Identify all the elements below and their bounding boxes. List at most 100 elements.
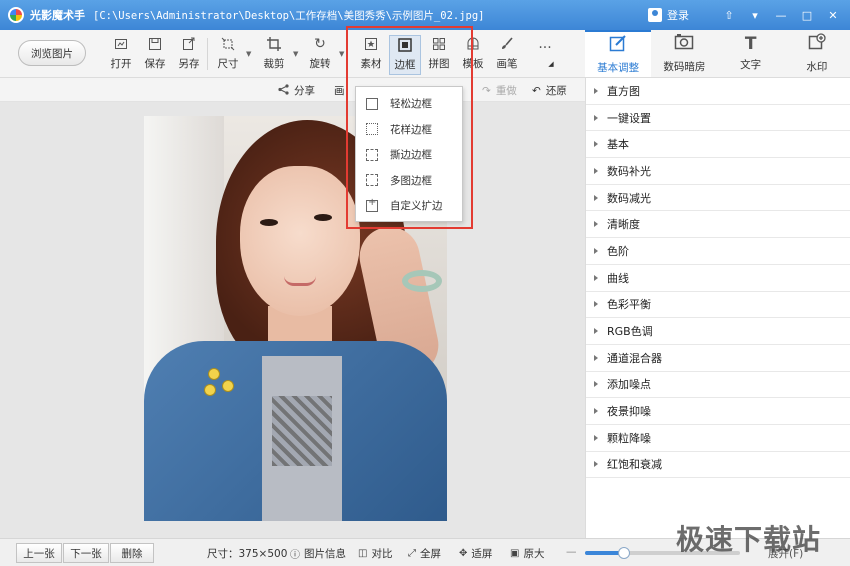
more-expand-arrow-icon: ◢ (548, 60, 554, 68)
main-toolbar: 浏览图片 打开 保存 另存 尺寸 ▼ 裁剪 ▼ ↻ 旋转 ▼ 素材 边框 拼图 … (0, 30, 585, 78)
collage-icon (431, 36, 447, 52)
adjust-item-histogram[interactable]: 直方图 (586, 78, 850, 105)
adjust-item-channel-mixer[interactable]: 通道混合器 (586, 345, 850, 372)
title-bar: 光影魔术手 [C:\Users\Administrator\Desktop\工作… (0, 0, 850, 30)
expand-arrow-icon (594, 408, 598, 415)
next-image-button[interactable]: 下一张 (63, 543, 109, 563)
image-canvas[interactable] (0, 102, 585, 538)
frame-icon (397, 37, 413, 53)
material-button[interactable]: 素材 (356, 36, 386, 74)
menu-item-pattern-frame[interactable]: 花样边框 (356, 117, 462, 143)
save-label: 保存 (144, 58, 166, 70)
menu-item-easy-frame[interactable]: 轻松边框 (356, 91, 462, 117)
adjust-item-label: 色彩平衡 (607, 298, 651, 312)
expand-arrow-icon (594, 167, 598, 174)
subbar-partial-label: 画 (334, 85, 345, 97)
brush-label: 画笔 (496, 58, 518, 70)
zoom-slider-handle[interactable] (617, 547, 630, 559)
adjust-item-add-noise[interactable]: 添加噪点 (586, 372, 850, 399)
restore-icon: ↶ (532, 84, 541, 97)
prev-image-button[interactable]: 上一张 (16, 543, 62, 563)
adjust-item-fill-light[interactable]: 数码补光 (586, 158, 850, 185)
adjust-item-label: 直方图 (607, 84, 640, 98)
menu-item-torn-frame[interactable]: 撕边边框 (356, 142, 462, 168)
menu-button[interactable]: ▾ (744, 5, 766, 25)
subbar-partial-item[interactable]: 画 (334, 83, 345, 98)
tab-text[interactable]: T 文字 (718, 30, 784, 77)
user-icon (648, 8, 662, 22)
redo-button[interactable]: ↷ 重做 (482, 83, 517, 98)
fullscreen-button[interactable]: ⤢ 全屏 (408, 546, 441, 561)
image-info-button[interactable]: ⓘ 图片信息 (290, 546, 346, 561)
fullscreen-label: 全屏 (420, 548, 441, 560)
material-icon (363, 36, 379, 52)
compare-button[interactable]: ◫ 对比 (358, 546, 392, 561)
info-icon: ⓘ (290, 550, 300, 561)
fit-screen-button[interactable]: ✥ 适屏 (459, 546, 492, 561)
rotate-dropdown-arrow-icon[interactable]: ▼ (339, 50, 344, 58)
resize-dropdown-arrow-icon[interactable]: ▼ (246, 50, 251, 58)
fullscreen-icon: ⤢ (408, 548, 416, 559)
browse-images-button[interactable]: 浏览图片 (18, 40, 86, 66)
adjust-item-levels[interactable]: 色阶 (586, 238, 850, 265)
collage-button[interactable]: 拼图 (424, 36, 454, 74)
template-button[interactable]: 模板 (458, 36, 488, 74)
adjust-item-night-denoise[interactable]: 夜景抑噪 (586, 398, 850, 425)
rotate-label: 旋转 (309, 58, 331, 70)
expand-arrow-icon (594, 247, 598, 254)
resize-button[interactable]: 尺寸 (213, 36, 243, 74)
tab-darkroom-label: 数码暗房 (663, 61, 706, 73)
adjust-item-clarity[interactable]: 清晰度 (586, 211, 850, 239)
adjust-item-label: 颗粒降噪 (607, 431, 651, 445)
adjust-item-curves[interactable]: 曲线 (586, 265, 850, 292)
original-size-button[interactable]: ▣ 原大 (510, 546, 544, 561)
adjust-item-label: 一键设置 (607, 111, 651, 125)
tab-basic-adjust[interactable]: 基本调整 (585, 30, 652, 77)
adjust-panel: 直方图 一键设置 基本 数码补光 数码减光 清晰度 色阶 曲线 色彩平衡 RGB… (585, 78, 850, 538)
adjust-item-basic[interactable]: 基本 (586, 131, 850, 159)
save-as-button[interactable]: 另存 (174, 36, 204, 74)
share-icon (278, 83, 289, 98)
site-watermark: 极速下载站 (676, 523, 822, 556)
close-button[interactable]: ✕ (822, 5, 844, 25)
save-button[interactable]: 保存 (140, 36, 170, 74)
save-as-label: 另存 (178, 58, 200, 70)
restore-label: 还原 (545, 85, 567, 97)
more-tools-button[interactable]: ... ◢ (530, 36, 560, 74)
brush-button[interactable]: 画笔 (492, 36, 522, 74)
adjust-item-color-balance[interactable]: 色彩平衡 (586, 292, 850, 319)
adjust-item-reduce-light[interactable]: 数码减光 (586, 185, 850, 212)
minimize-button[interactable]: — (770, 5, 792, 25)
tab-watermark[interactable]: 水印 (784, 30, 850, 77)
adjust-item-grain-denoise[interactable]: 颗粒降噪 (586, 425, 850, 452)
maximize-button[interactable]: □ (796, 5, 818, 25)
compare-label: 对比 (371, 548, 393, 560)
torn-frame-icon (366, 148, 378, 161)
crop-dropdown-arrow-icon[interactable]: ▼ (293, 50, 298, 58)
expand-arrow-icon (594, 87, 598, 94)
adjust-item-red-saturation[interactable]: 红饱和衰减 (586, 452, 850, 479)
open-icon (113, 36, 129, 52)
tab-darkroom[interactable]: 数码暗房 (651, 30, 717, 77)
adjust-item-rgb[interactable]: RGB色调 (586, 318, 850, 345)
frame-button[interactable]: 边框 (389, 35, 421, 75)
menu-item-multi-frame[interactable]: 多图边框 (356, 168, 462, 194)
crop-button[interactable]: 裁剪 (259, 36, 289, 74)
custom-expand-icon (366, 197, 378, 212)
photo-eye-left (260, 219, 278, 226)
delete-button[interactable]: 删除 (110, 543, 154, 563)
restore-button[interactable]: ↶ 还原 (532, 83, 567, 98)
photo-shirt-print (272, 396, 332, 466)
adjust-item-one-click[interactable]: 一键设置 (586, 105, 850, 132)
material-label: 素材 (360, 58, 382, 70)
zoom-out-button[interactable]: — (566, 546, 577, 558)
watermark-icon (808, 33, 826, 55)
brush-icon (499, 36, 515, 52)
skin-button[interactable]: ⇧ (718, 5, 740, 25)
open-button[interactable]: 打开 (106, 36, 136, 74)
adjust-item-label: 色阶 (607, 244, 629, 258)
menu-item-custom-expand[interactable]: 自定义扩边 (356, 193, 462, 219)
share-button[interactable]: 分享 (278, 83, 315, 98)
rotate-button[interactable]: ↻ 旋转 (305, 36, 335, 74)
login-button[interactable]: 登录 (648, 7, 689, 23)
